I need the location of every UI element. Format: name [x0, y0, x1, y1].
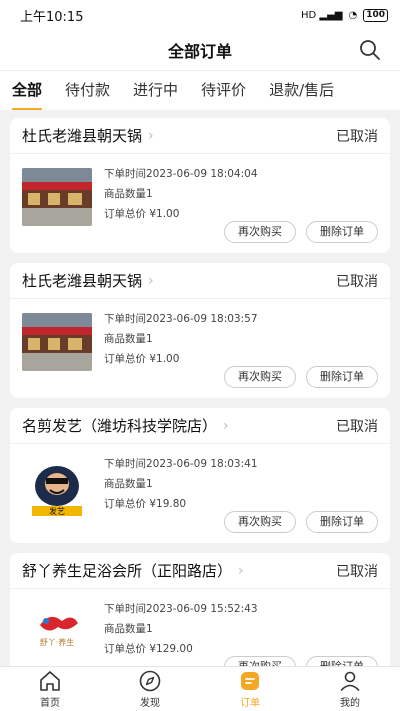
store-thumbnail — [22, 168, 92, 226]
chevron-right-icon: › — [148, 272, 154, 289]
order-card[interactable]: 杜氏老潍县朝天锅 › 已取消 下单时间2023-06-09 18:03:57 商… — [10, 263, 390, 398]
store-thumbnail — [22, 313, 92, 371]
order-icon — [241, 672, 259, 690]
order-card[interactable]: 杜氏老潍县朝天锅 › 已取消 下单时间2023-06-09 18:04:04 商… — [10, 118, 390, 253]
battery-icon: 100 — [363, 8, 388, 22]
tab-all[interactable]: 全部 — [12, 71, 43, 111]
chevron-right-icon: › — [238, 562, 244, 579]
tab-pending-review[interactable]: 待评价 — [201, 71, 246, 111]
nav-discover-label: 发现 — [140, 698, 160, 709]
bottom-nav: 首页 发现 订单 我的 — [0, 666, 400, 711]
nav-profile-label: 我的 — [340, 698, 360, 709]
wifi-icon: ◔ — [348, 9, 358, 21]
order-quantity: 商品数量1 — [104, 478, 153, 490]
header: 全部订单 — [0, 30, 400, 70]
order-status: 已取消 — [336, 563, 378, 580]
nav-discover[interactable]: 发现 — [100, 667, 200, 711]
search-icon[interactable] — [358, 38, 382, 62]
home-icon — [40, 671, 60, 691]
rebuy-button[interactable]: 再次购买 — [224, 656, 296, 666]
nav-orders[interactable]: 订单 — [200, 667, 300, 711]
order-quantity: 商品数量1 — [104, 333, 153, 345]
nav-orders-label: 订单 — [240, 698, 260, 709]
tab-refund[interactable]: 退款/售后 — [269, 71, 334, 111]
tab-pending-payment[interactable]: 待付款 — [65, 71, 110, 111]
rebuy-button[interactable]: 再次购买 — [224, 366, 296, 388]
delete-order-button[interactable]: 删除订单 — [306, 366, 378, 388]
spa-logo: 舒丫·养生 — [22, 603, 92, 661]
rebuy-button[interactable]: 再次购买 — [224, 511, 296, 533]
nav-home[interactable]: 首页 — [0, 667, 100, 711]
order-time: 下单时间2023-06-09 18:03:57 — [104, 313, 258, 325]
delete-order-button[interactable]: 删除订单 — [306, 221, 378, 243]
order-status: 已取消 — [336, 273, 378, 290]
store-name[interactable]: 名剪发艺（潍坊科技学院店） — [22, 415, 217, 436]
store-name[interactable]: 舒丫养生足浴会所（正阳路店） — [22, 560, 232, 581]
nav-profile[interactable]: 我的 — [300, 667, 400, 711]
barber-logo: 发艺 — [22, 458, 92, 516]
signal-icon: HD ▂▄▆ — [300, 9, 343, 21]
order-time: 下单时间2023-06-09 15:52:43 — [104, 603, 258, 615]
svg-text:舒丫·养生: 舒丫·养生 — [40, 637, 75, 647]
order-time: 下单时间2023-06-09 18:04:04 — [104, 168, 258, 180]
compass-icon — [139, 670, 161, 692]
chevron-right-icon: › — [223, 417, 229, 434]
order-card[interactable]: 名剪发艺（潍坊科技学院店） › 已取消 发艺 下单时间2023-06-09 18… — [10, 408, 390, 543]
page-title: 全部订单 — [167, 42, 232, 61]
order-card[interactable]: 舒丫养生足浴会所（正阳路店） › 已取消 舒丫·养生 下单时间2023-06-0… — [10, 553, 390, 666]
chevron-right-icon: › — [148, 127, 154, 144]
delete-order-button[interactable]: 删除订单 — [306, 511, 378, 533]
order-tabs: 全部 待付款 进行中 待评价 退款/售后 — [0, 70, 400, 110]
rebuy-button[interactable]: 再次购买 — [224, 221, 296, 243]
order-status: 已取消 — [336, 418, 378, 435]
order-quantity: 商品数量1 — [104, 188, 153, 200]
order-list: 杜氏老潍县朝天锅 › 已取消 下单时间2023-06-09 18:04:04 商… — [0, 110, 400, 666]
status-bar: 上午10:15 HD ▂▄▆ ◔ 100 — [0, 0, 400, 30]
store-name[interactable]: 杜氏老潍县朝天锅 — [22, 270, 142, 291]
order-time: 下单时间2023-06-09 18:03:41 — [104, 458, 258, 470]
store-name[interactable]: 杜氏老潍县朝天锅 — [22, 125, 142, 146]
nav-home-label: 首页 — [40, 698, 60, 709]
svg-text:发艺: 发艺 — [49, 506, 65, 516]
tab-in-progress[interactable]: 进行中 — [133, 71, 178, 111]
delete-order-button[interactable]: 删除订单 — [306, 656, 378, 666]
order-quantity: 商品数量1 — [104, 623, 153, 635]
order-status: 已取消 — [336, 128, 378, 145]
user-icon — [340, 671, 360, 691]
status-time: 上午10:15 — [20, 9, 84, 25]
